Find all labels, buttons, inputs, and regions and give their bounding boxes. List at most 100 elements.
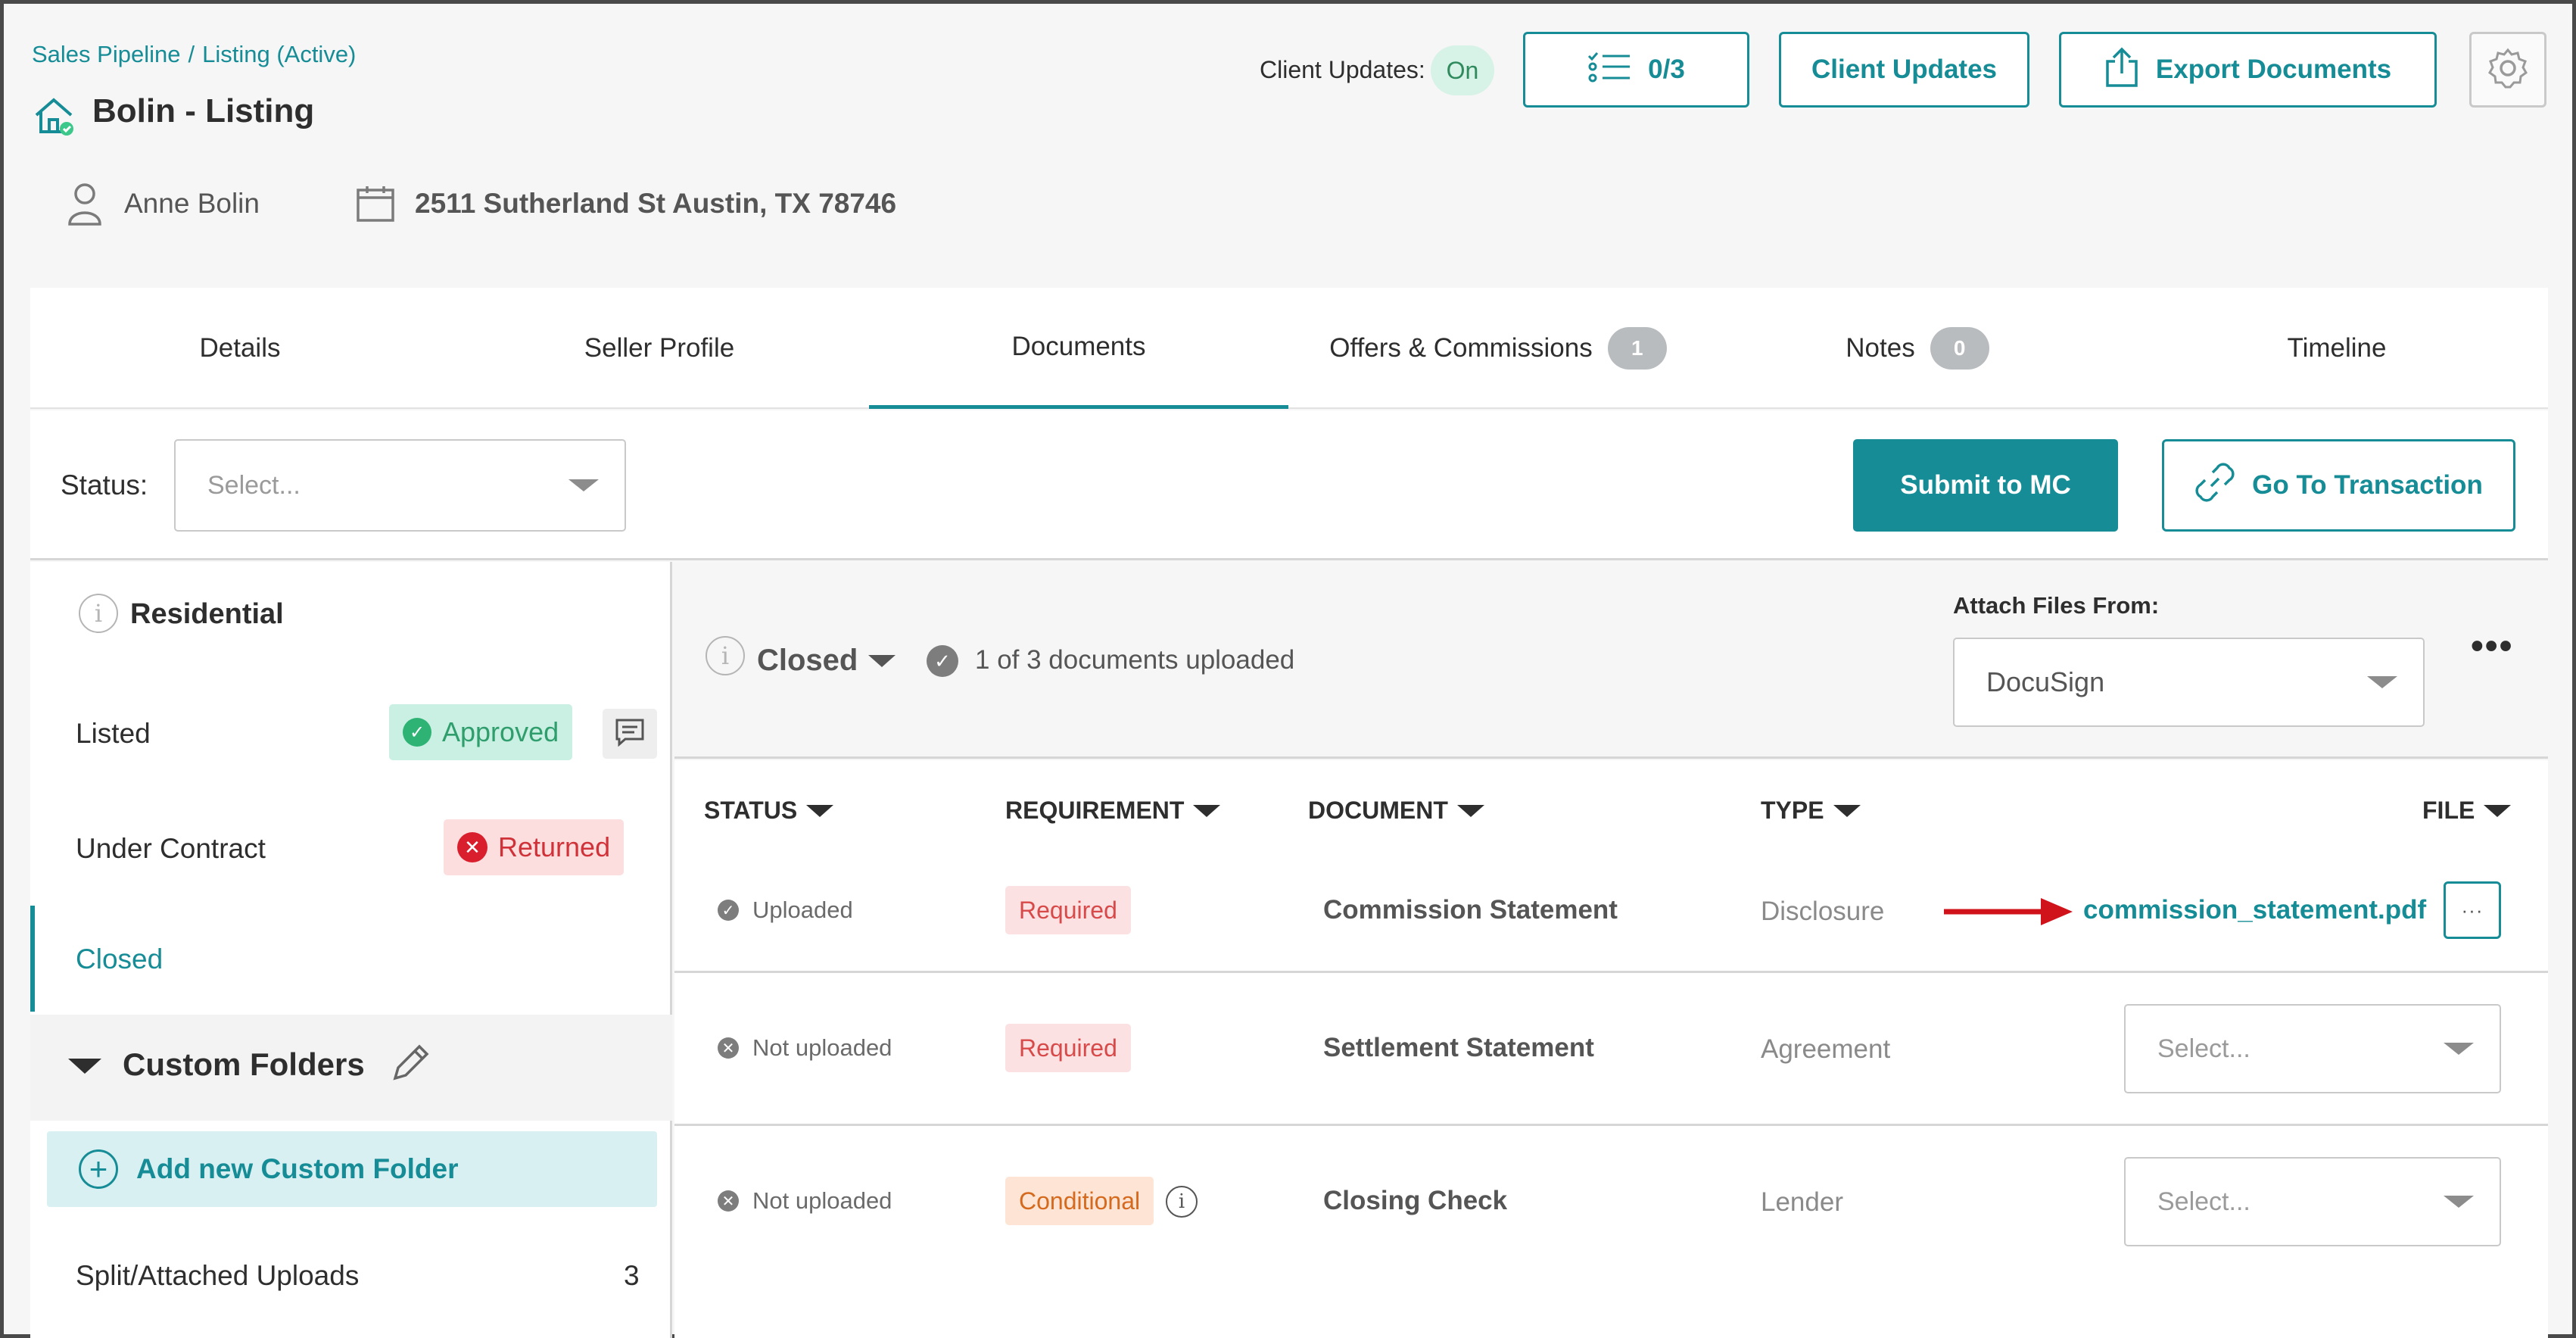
plus-circle-icon: + (79, 1149, 118, 1189)
document-status-label: Not uploaded (752, 1187, 892, 1214)
submit-to-mc-button[interactable]: Submit to MC (1853, 439, 2118, 532)
attach-files-label: Attach Files From: (1953, 592, 2160, 619)
status-filter-label: Status: (61, 469, 148, 501)
house-icon (32, 94, 76, 138)
document-name: Closing Check (1323, 1186, 1508, 1215)
document-type: Disclosure (1761, 897, 1885, 926)
export-documents-button[interactable]: Export Documents (2059, 32, 2437, 108)
caret-down-icon (1833, 804, 1861, 817)
client-updates-button[interactable]: Client Updates (1779, 32, 2029, 108)
checklist-count: 0/3 (1648, 55, 1685, 84)
file-select[interactable]: Select... (2124, 1157, 2501, 1246)
breadcrumb-pipeline-link[interactable]: Sales Pipeline (32, 41, 180, 68)
info-icon: i (79, 594, 118, 633)
stage-dropdown[interactable]: Closed (757, 644, 896, 678)
sidebar-group-title: Residential (130, 598, 284, 630)
client-name: Anne Bolin (124, 188, 260, 219)
tab-offers-commissions[interactable]: Offers & Commissions 1 (1288, 288, 1708, 409)
caret-down-icon (2484, 804, 2512, 817)
document-status: ✕ Not uploaded (718, 1034, 892, 1062)
add-custom-folder-label: Add new Custom Folder (136, 1153, 459, 1184)
column-header-file[interactable]: FILE (2422, 797, 2512, 825)
person-icon (67, 182, 103, 229)
check-circle-icon: ✓ (927, 645, 958, 677)
tab-notes[interactable]: Notes 0 (1708, 288, 2127, 409)
gear-icon (2487, 47, 2529, 93)
returned-label: Returned (498, 831, 611, 862)
caret-down-icon (1456, 804, 1484, 817)
column-header-status[interactable]: STATUS (704, 797, 834, 825)
tab-label: Offers & Commissions (1329, 333, 1593, 363)
column-header-label: TYPE (1761, 797, 1824, 824)
active-stage-indicator (30, 906, 35, 1012)
caret-down-icon (806, 804, 834, 817)
more-options-icon[interactable]: ••• (2471, 628, 2513, 665)
tab-count-badge: 1 (1607, 327, 1667, 370)
tab-label: Notes (1846, 333, 1915, 363)
comment-icon (615, 718, 645, 750)
caret-down-icon (868, 654, 896, 667)
x-circle-icon: ✕ (718, 1037, 739, 1059)
checklist-button[interactable]: 0/3 (1523, 32, 1749, 108)
breadcrumb-separator: / (188, 41, 195, 67)
file-link[interactable]: commission_statement.pdf (2083, 895, 2426, 925)
column-header-label: DOCUMENT (1308, 797, 1448, 824)
calendar-icon (356, 185, 395, 226)
attach-source-value: DocuSign (1986, 666, 2105, 697)
sidebar-stage-closed[interactable]: Closed (76, 943, 163, 975)
chevron-down-icon (2444, 1196, 2474, 1208)
add-custom-folder-button[interactable]: + Add new Custom Folder (47, 1131, 657, 1207)
file-actions-button[interactable]: ··· (2444, 881, 2501, 939)
tab-details[interactable]: Details (30, 288, 450, 409)
edit-pencil-icon[interactable] (389, 1040, 433, 1088)
tab-timeline[interactable]: Timeline (2127, 288, 2546, 409)
column-header-document[interactable]: DOCUMENT (1308, 797, 1484, 825)
split-attached-uploads-count: 3 (624, 1260, 640, 1291)
page-title: Bolin - Listing (92, 92, 315, 129)
document-type: Agreement (1761, 1034, 1891, 1064)
go-to-transaction-button[interactable]: Go To Transaction (2162, 439, 2515, 532)
breadcrumb-listing-link[interactable]: Listing (Active) (202, 41, 356, 68)
custom-folders-title: Custom Folders (123, 1046, 365, 1082)
x-circle-icon: ✕ (718, 1190, 739, 1212)
column-header-label: STATUS (704, 797, 798, 824)
status-filter-select[interactable]: Select... (174, 439, 626, 532)
info-icon[interactable]: i (1166, 1186, 1198, 1218)
link-icon (2194, 462, 2235, 510)
sidebar-stage-listed[interactable]: Listed (76, 718, 151, 750)
tab-documents[interactable]: Documents (869, 288, 1288, 409)
stage-dropdown-label: Closed (757, 644, 858, 677)
export-icon (2104, 46, 2139, 94)
check-circle-icon: ✓ (718, 900, 739, 921)
requirement-badge: Required (1005, 886, 1131, 934)
chevron-down-icon (2444, 1043, 2474, 1055)
split-attached-uploads-item[interactable]: Split/Attached Uploads (76, 1260, 359, 1292)
info-icon: i (706, 636, 745, 675)
tab-label: Seller Profile (584, 333, 735, 363)
sidebar-stage-under-contract[interactable]: Under Contract (76, 833, 266, 865)
comment-button[interactable] (603, 709, 657, 759)
tab-count-badge: 0 (1930, 327, 1989, 370)
tab-seller-profile[interactable]: Seller Profile (450, 288, 869, 409)
checklist-icon (1587, 50, 1631, 90)
chevron-down-icon (2367, 676, 2397, 688)
document-status: ✕ Not uploaded (718, 1187, 892, 1215)
settings-button[interactable] (2469, 32, 2546, 108)
attach-source-select[interactable]: DocuSign (1953, 638, 2425, 727)
caret-down-icon (1193, 804, 1221, 817)
file-select-placeholder: Select... (2157, 1034, 2250, 1063)
client-updates-toggle[interactable]: On (1431, 45, 1494, 95)
column-header-type[interactable]: TYPE (1761, 797, 1861, 825)
annotation-arrow (1944, 894, 2074, 934)
requirement-badge: Conditional (1005, 1177, 1154, 1225)
approved-label: Approved (442, 716, 559, 747)
document-status-label: Not uploaded (752, 1034, 892, 1061)
tab-label: Details (199, 333, 281, 363)
go-to-transaction-label: Go To Transaction (2252, 470, 2483, 500)
column-header-requirement[interactable]: REQUIREMENT (1005, 797, 1221, 825)
returned-badge: ✕ Returned (444, 819, 625, 875)
x-circle-icon: ✕ (457, 832, 487, 862)
file-select[interactable]: Select... (2124, 1004, 2501, 1093)
caret-down-icon (68, 1059, 101, 1074)
document-type: Lender (1761, 1187, 1843, 1217)
